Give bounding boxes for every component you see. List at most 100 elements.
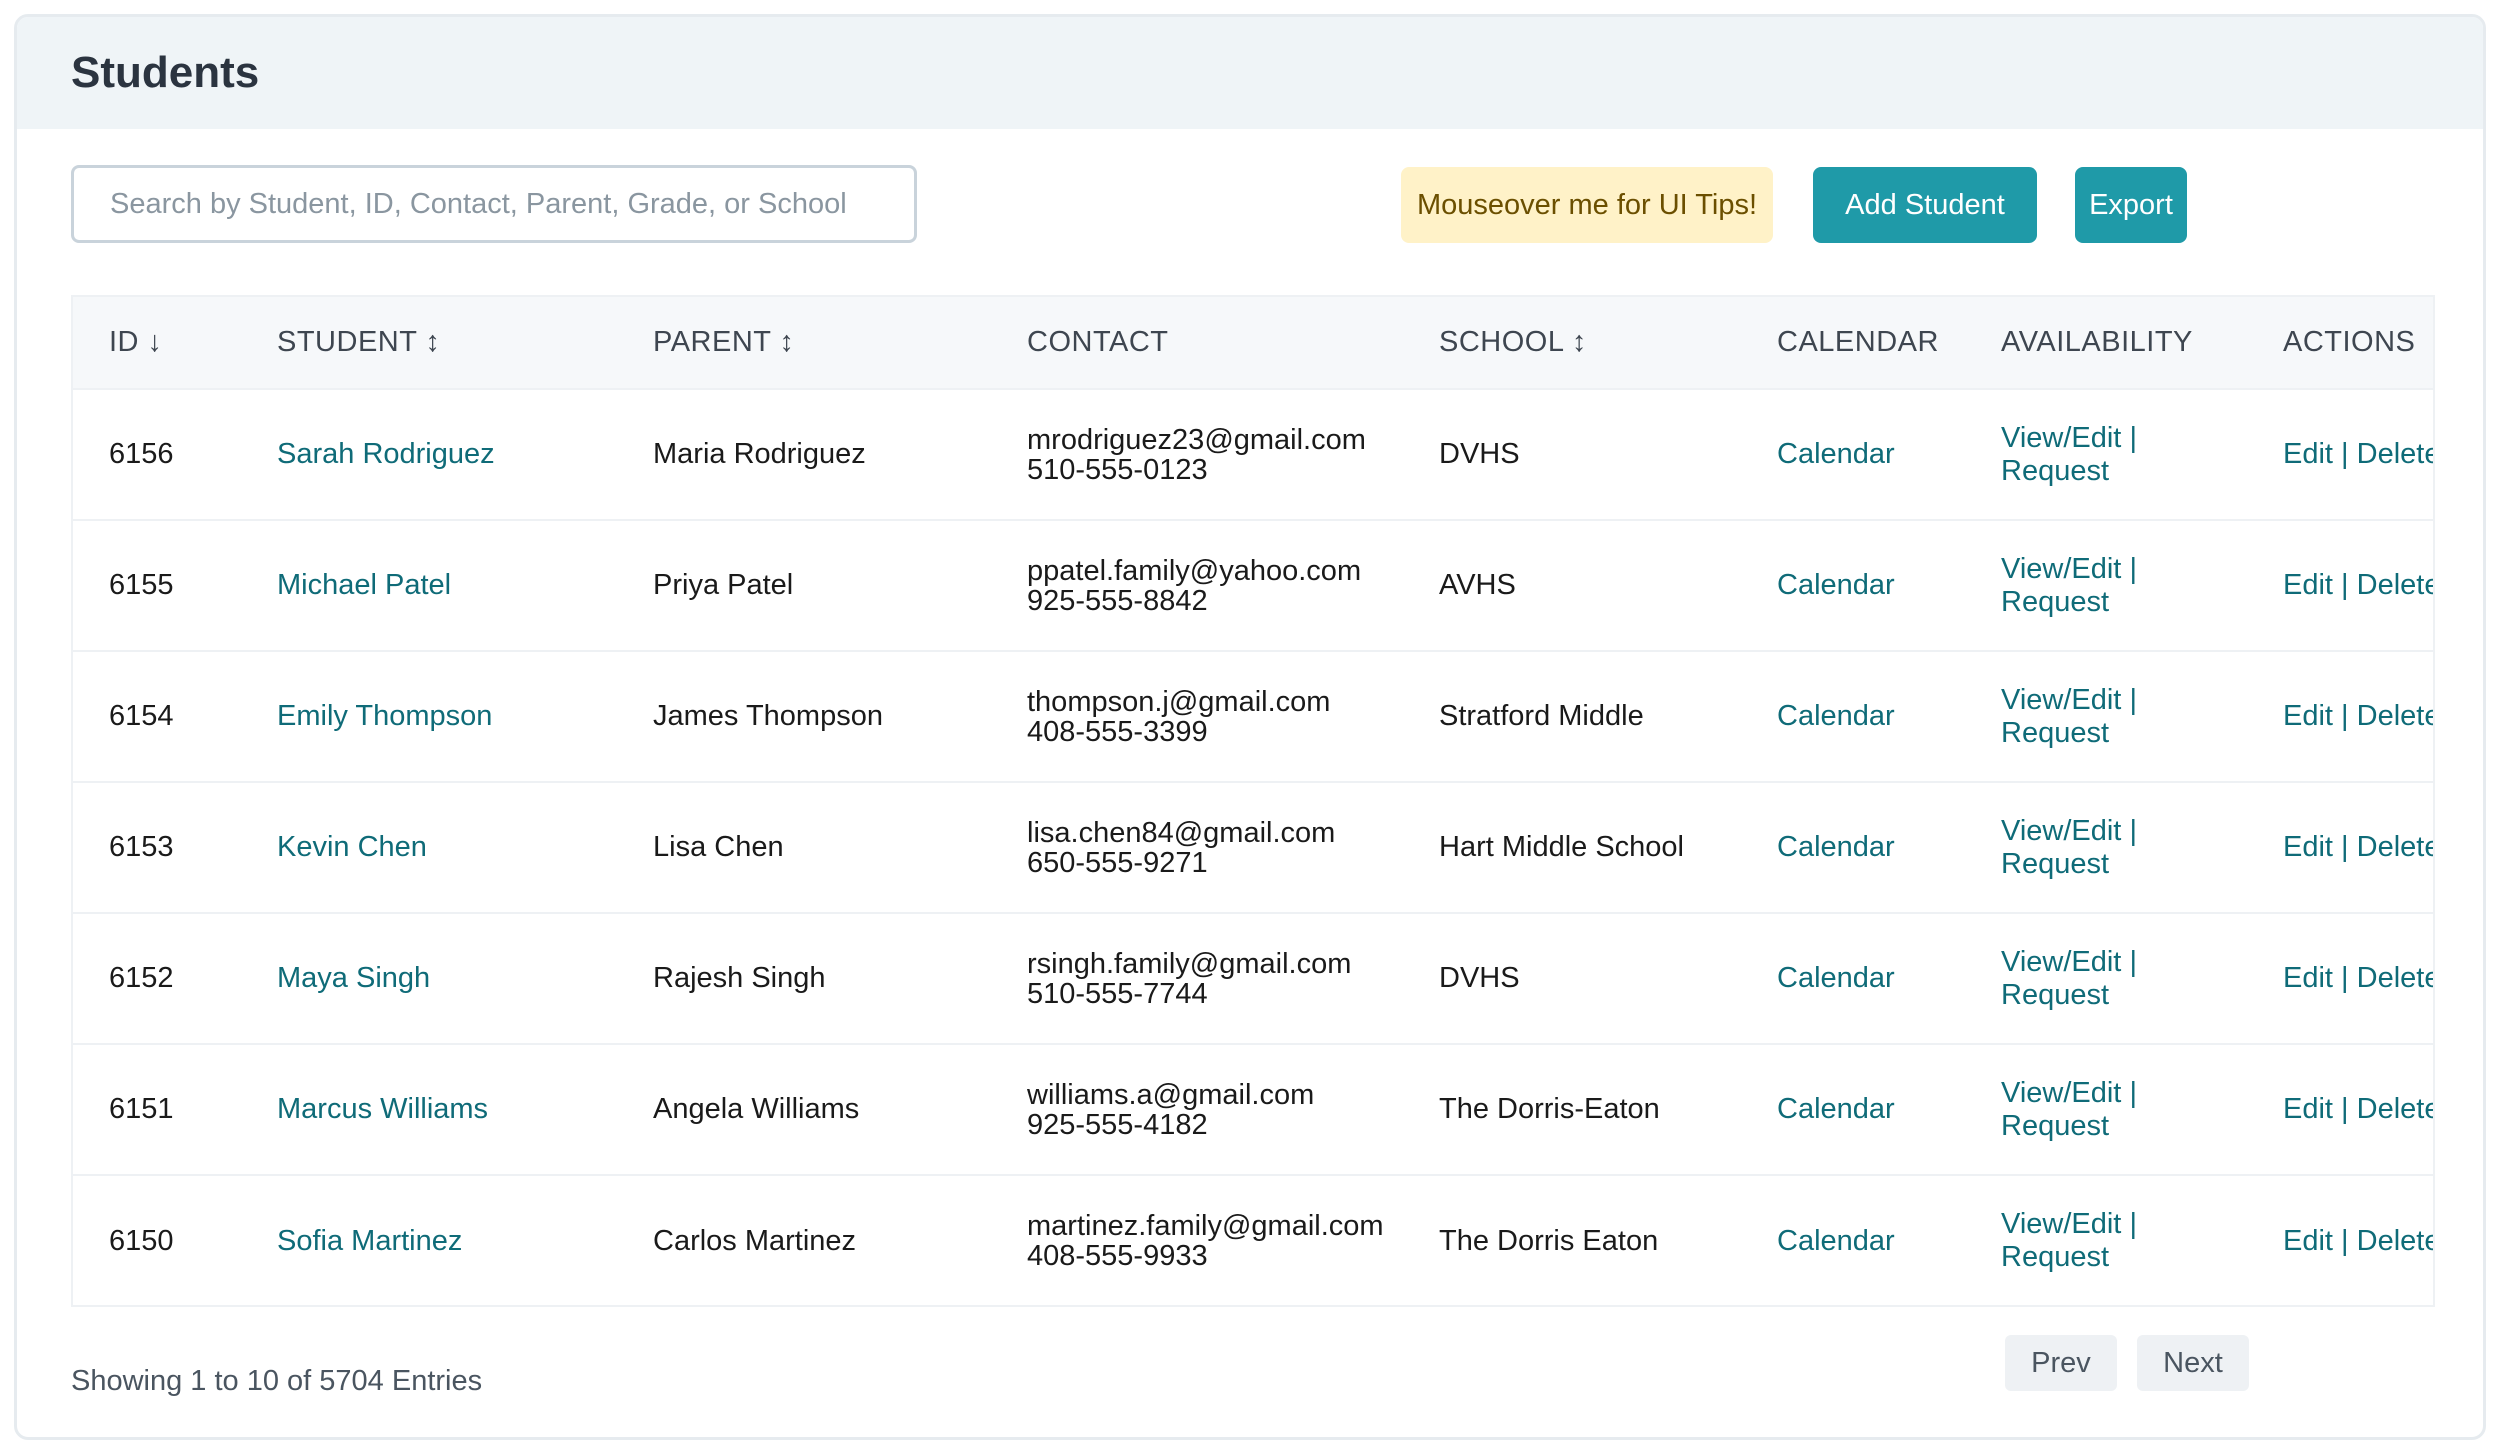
cell-availability: View/Edit | Request — [1965, 389, 2247, 520]
delete-link[interactable]: Delete — [2357, 700, 2433, 732]
cell-school: The Dorris Eaton — [1439, 1224, 1659, 1257]
cell-id: 6154 — [109, 700, 174, 732]
edit-link[interactable]: Edit — [2283, 831, 2333, 863]
view-edit-link[interactable]: View/Edit — [2001, 1208, 2121, 1240]
student-link[interactable]: Sofia Martinez — [277, 1225, 462, 1257]
request-link[interactable]: Request — [2001, 717, 2109, 749]
next-page-button[interactable]: Next — [2137, 1335, 2249, 1391]
table-row: 6153 Kevin Chen Lisa Chen lisa.chen84@gmail… — [73, 782, 2433, 913]
table-row: 6150 Sofia Martinez Carlos Martinez martine… — [73, 1175, 2433, 1305]
table-cell: Calendar — [1741, 1175, 1965, 1305]
edit-link[interactable]: Edit — [2283, 962, 2333, 994]
cell-parent: Rajesh Singh — [653, 962, 826, 994]
view-edit-link[interactable]: View/Edit — [2001, 553, 2121, 585]
request-link[interactable]: Request — [2001, 455, 2109, 487]
table-cell: Calendar — [1741, 520, 1965, 651]
cell-parent: Carlos Martinez — [653, 1224, 857, 1257]
search-input[interactable] — [71, 165, 917, 243]
cell-school: DVHS — [1439, 438, 1520, 470]
view-edit-link[interactable]: View/Edit — [2001, 1077, 2121, 1109]
contact-phone: 408-555-9933 — [1027, 1240, 1208, 1272]
calendar-link[interactable]: Calendar — [1777, 1225, 1895, 1257]
calendar-link[interactable]: Calendar — [1777, 962, 1895, 994]
add-student-button[interactable]: Add Student — [1813, 167, 2037, 243]
table-cell: Sarah Rodriguez — [241, 389, 617, 520]
delete-link[interactable]: Delete — [2357, 831, 2433, 863]
edit-link[interactable]: Edit — [2283, 1225, 2333, 1257]
calendar-link[interactable]: Calendar — [1777, 700, 1895, 732]
view-edit-link[interactable]: View/Edit — [2001, 946, 2121, 978]
table-cell: Kevin Chen — [241, 782, 617, 913]
calendar-link[interactable]: Calendar — [1777, 831, 1895, 863]
contact-phone: 925-555-8842 — [1027, 584, 1208, 617]
table-cell: Calendar — [1741, 1044, 1965, 1175]
view-edit-link[interactable]: View/Edit — [2001, 684, 2121, 716]
export-button[interactable]: Export — [2075, 167, 2187, 243]
contact-email: lisa.chen84@gmail.com — [1027, 816, 1336, 849]
contact-email: thompson.j@gmail.com — [1027, 685, 1331, 718]
delete-link[interactable]: Delete — [2357, 438, 2433, 470]
cell-parent: Priya Patel — [653, 569, 794, 601]
view-edit-link[interactable]: View/Edit — [2001, 422, 2121, 454]
column-header-calendar: CALENDAR — [1777, 326, 1939, 358]
contact-email: rsingh.family@gmail.com — [1027, 947, 1352, 980]
column-header-student[interactable]: STUDENT ↕ — [241, 297, 617, 389]
edit-link[interactable]: Edit — [2283, 438, 2333, 470]
edit-link[interactable]: Edit — [2283, 1093, 2333, 1125]
contact-email: ppatel.family@yahoo.com — [1027, 554, 1362, 587]
student-link[interactable]: Michael Patel — [277, 569, 451, 601]
view-edit-link[interactable]: View/Edit — [2001, 815, 2121, 847]
column-header-school[interactable]: SCHOOL ↕ — [1403, 297, 1741, 389]
student-link[interactable]: Sarah Rodriguez — [277, 438, 495, 470]
delete-link[interactable]: Delete — [2357, 1093, 2433, 1125]
request-link[interactable]: Request — [2001, 1241, 2109, 1273]
edit-link[interactable]: Edit — [2283, 700, 2333, 732]
student-link[interactable]: Maya Singh — [277, 962, 430, 994]
student-link[interactable]: Kevin Chen — [277, 831, 427, 863]
contact-phone: 650-555-9271 — [1027, 846, 1208, 879]
cell-availability: View/Edit | Request — [1965, 1044, 2247, 1175]
cell-availability: View/Edit | Request — [1965, 782, 2247, 913]
table-row: 6154 Emily Thompson James Thompson thompson… — [73, 651, 2433, 782]
column-header-id[interactable]: ID ↓ — [73, 297, 241, 389]
calendar-link[interactable]: Calendar — [1777, 1093, 1895, 1125]
table-cell: Sofia Martinez — [241, 1175, 617, 1305]
contact-email: martinez.family@gmail.com — [1027, 1210, 1384, 1242]
students-table-container: ID ↓ STUDENT ↕ PARENT ↕ CONTACT SCHOOL ↕… — [71, 295, 2435, 1307]
table-cell: Emily Thompson — [241, 651, 617, 782]
cell-availability: View/Edit | Request — [1965, 913, 2247, 1044]
table-cell: Marcus Williams — [241, 1044, 617, 1175]
calendar-link[interactable]: Calendar — [1777, 569, 1895, 601]
request-link[interactable]: Request — [2001, 1110, 2109, 1142]
link-separator: | — [2129, 945, 2137, 978]
panel-header: Students — [17, 17, 2483, 129]
request-link[interactable]: Request — [2001, 586, 2109, 618]
cell-school: AVHS — [1439, 569, 1516, 601]
cell-parent: Maria Rodriguez — [653, 438, 866, 470]
column-header-parent[interactable]: PARENT ↕ — [617, 297, 991, 389]
cell-contact: mrodriguez23@gmail.com 510-555-0123 — [991, 389, 1403, 520]
link-separator: | — [2341, 831, 2349, 863]
cell-parent: Angela Williams — [653, 1093, 860, 1125]
table-cell: Michael Patel — [241, 520, 617, 651]
ui-tips-badge[interactable]: Mouseover me for UI Tips! — [1401, 167, 1773, 243]
delete-link[interactable]: Delete — [2357, 1225, 2433, 1257]
edit-link[interactable]: Edit — [2283, 569, 2333, 601]
contact-phone: 925-555-4182 — [1027, 1108, 1208, 1141]
delete-link[interactable]: Delete — [2357, 962, 2433, 994]
cell-contact: lisa.chen84@gmail.com 650-555-9271 — [991, 782, 1403, 913]
table-cell: Calendar — [1741, 651, 1965, 782]
students-table: ID ↓ STUDENT ↕ PARENT ↕ CONTACT SCHOOL ↕… — [73, 297, 2433, 1305]
request-link[interactable]: Request — [2001, 979, 2109, 1011]
request-link[interactable]: Request — [2001, 848, 2109, 880]
student-link[interactable]: Marcus Williams — [277, 1093, 488, 1125]
delete-link[interactable]: Delete — [2357, 569, 2433, 601]
prev-page-button[interactable]: Prev — [2005, 1335, 2117, 1391]
calendar-link[interactable]: Calendar — [1777, 438, 1895, 470]
link-separator: | — [2129, 1208, 2137, 1240]
cell-parent: Lisa Chen — [653, 831, 784, 863]
link-separator: | — [2341, 1093, 2349, 1125]
contact-email: mrodriguez23@gmail.com — [1027, 423, 1366, 456]
cell-school: Stratford Middle — [1439, 700, 1644, 732]
student-link[interactable]: Emily Thompson — [277, 700, 492, 732]
